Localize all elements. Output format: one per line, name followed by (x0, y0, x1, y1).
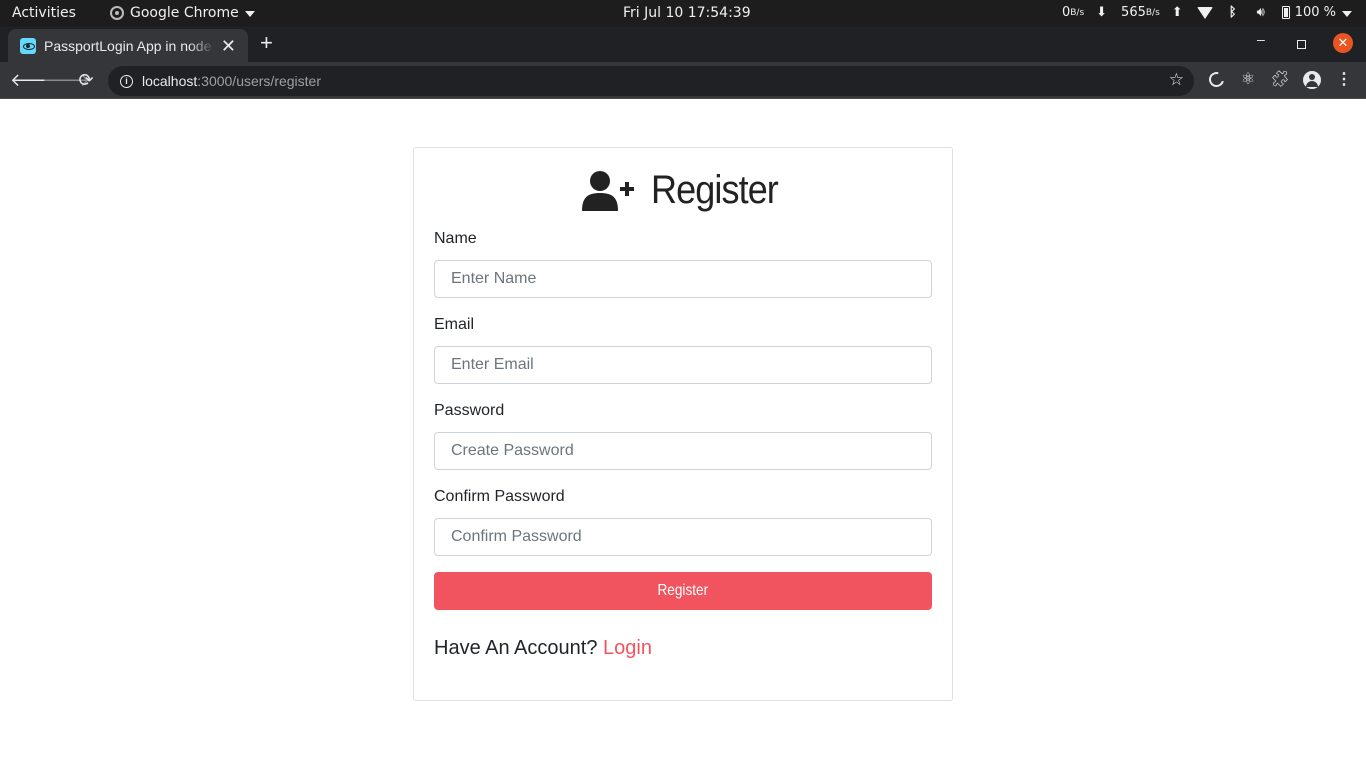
activities-button[interactable]: Activities (12, 5, 76, 21)
minimize-window-button[interactable]: – (1257, 31, 1265, 47)
tab-active[interactable]: PassportLogin App in node ✕ (8, 29, 248, 62)
download-arrow-icon: ⬇ (1096, 5, 1108, 20)
caret-down-icon (1342, 10, 1352, 17)
url-path: :3000/users/register (197, 73, 321, 89)
name-label: Name (434, 230, 477, 247)
profile-avatar-icon[interactable] (1302, 70, 1322, 90)
puzzle-extensions-icon[interactable]: 🧩︎ (1270, 70, 1290, 90)
react-favicon-icon (20, 37, 36, 54)
email-label: Email (434, 316, 475, 333)
kebab-menu-icon[interactable]: ⋮ (1334, 70, 1354, 90)
url-host: localhost (142, 73, 198, 89)
reload-icon[interactable]: ⟳ (74, 68, 98, 92)
chrome-icon (110, 6, 124, 20)
extension-icon[interactable] (1205, 69, 1227, 90)
app-menu[interactable]: Google Chrome (110, 5, 255, 21)
system-top-bar: Activities Google Chrome Fri Jul 10 17:5… (0, 0, 1366, 27)
password-input[interactable] (434, 432, 932, 470)
login-link[interactable]: Login (603, 637, 652, 659)
battery-icon (1281, 6, 1291, 20)
user-plus-icon (581, 170, 634, 211)
email-input[interactable] (434, 346, 932, 384)
info-icon[interactable]: i (120, 74, 133, 88)
net-up-unit: B/s (1145, 7, 1160, 18)
address-bar[interactable]: i localhost:3000/users/register ☆ (108, 66, 1194, 96)
login-prompt-text: Have An Account? (434, 637, 598, 659)
register-button[interactable]: Register (434, 572, 932, 610)
password-label: Password (434, 402, 505, 419)
browser-toolbar: 🡐 🡒 ⟳ i localhost:3000/users/register ☆ … (0, 62, 1366, 99)
battery-percent: 100 % (1294, 5, 1336, 20)
caret-down-icon (244, 11, 255, 17)
clock[interactable]: Fri Jul 10 17:54:39 (623, 5, 751, 21)
tab-title: PassportLogin App in node (44, 37, 212, 54)
register-card: Register Name Email Password Confirm Pas… (413, 147, 953, 701)
maximize-window-button[interactable] (1297, 40, 1306, 49)
upload-arrow-icon: ⬆ (1171, 5, 1183, 20)
net-up-value: 565 (1121, 5, 1146, 20)
close-window-button[interactable]: ✕ (1333, 33, 1353, 53)
new-tab-button[interactable]: + (260, 32, 273, 54)
system-tray[interactable]: 0 B/s ⬇ 565 B/s ⬆ ᛒ 🔊︎ 100 % (1062, 5, 1352, 20)
login-prompt: Have An Account? Login (434, 637, 652, 660)
net-down-unit: B/s (1070, 7, 1085, 18)
confirm-password-input[interactable] (434, 518, 932, 556)
react-devtools-icon[interactable]: ⚛ (1238, 70, 1258, 90)
page-title-text: Register (650, 168, 779, 212)
confirm-password-label: Confirm Password (434, 488, 565, 505)
net-down-value: 0 (1061, 5, 1071, 20)
bookmark-star-icon[interactable]: ☆ (1169, 70, 1184, 90)
app-menu-label: Google Chrome (130, 5, 239, 21)
wifi-icon (1196, 6, 1213, 20)
tab-strip: PassportLogin App in node ✕ + – ✕ (0, 27, 1366, 62)
page-title: Register (414, 168, 952, 213)
forward-arrow-icon[interactable]: 🡒 (42, 68, 90, 92)
back-arrow-icon[interactable]: 🡐 (10, 68, 58, 92)
volume-icon: 🔊︎ (1256, 5, 1265, 20)
bluetooth-icon: ᛒ (1228, 5, 1237, 20)
name-input[interactable] (434, 260, 932, 298)
register-button-label: Register (657, 582, 709, 599)
close-tab-icon[interactable]: ✕ (221, 37, 236, 55)
